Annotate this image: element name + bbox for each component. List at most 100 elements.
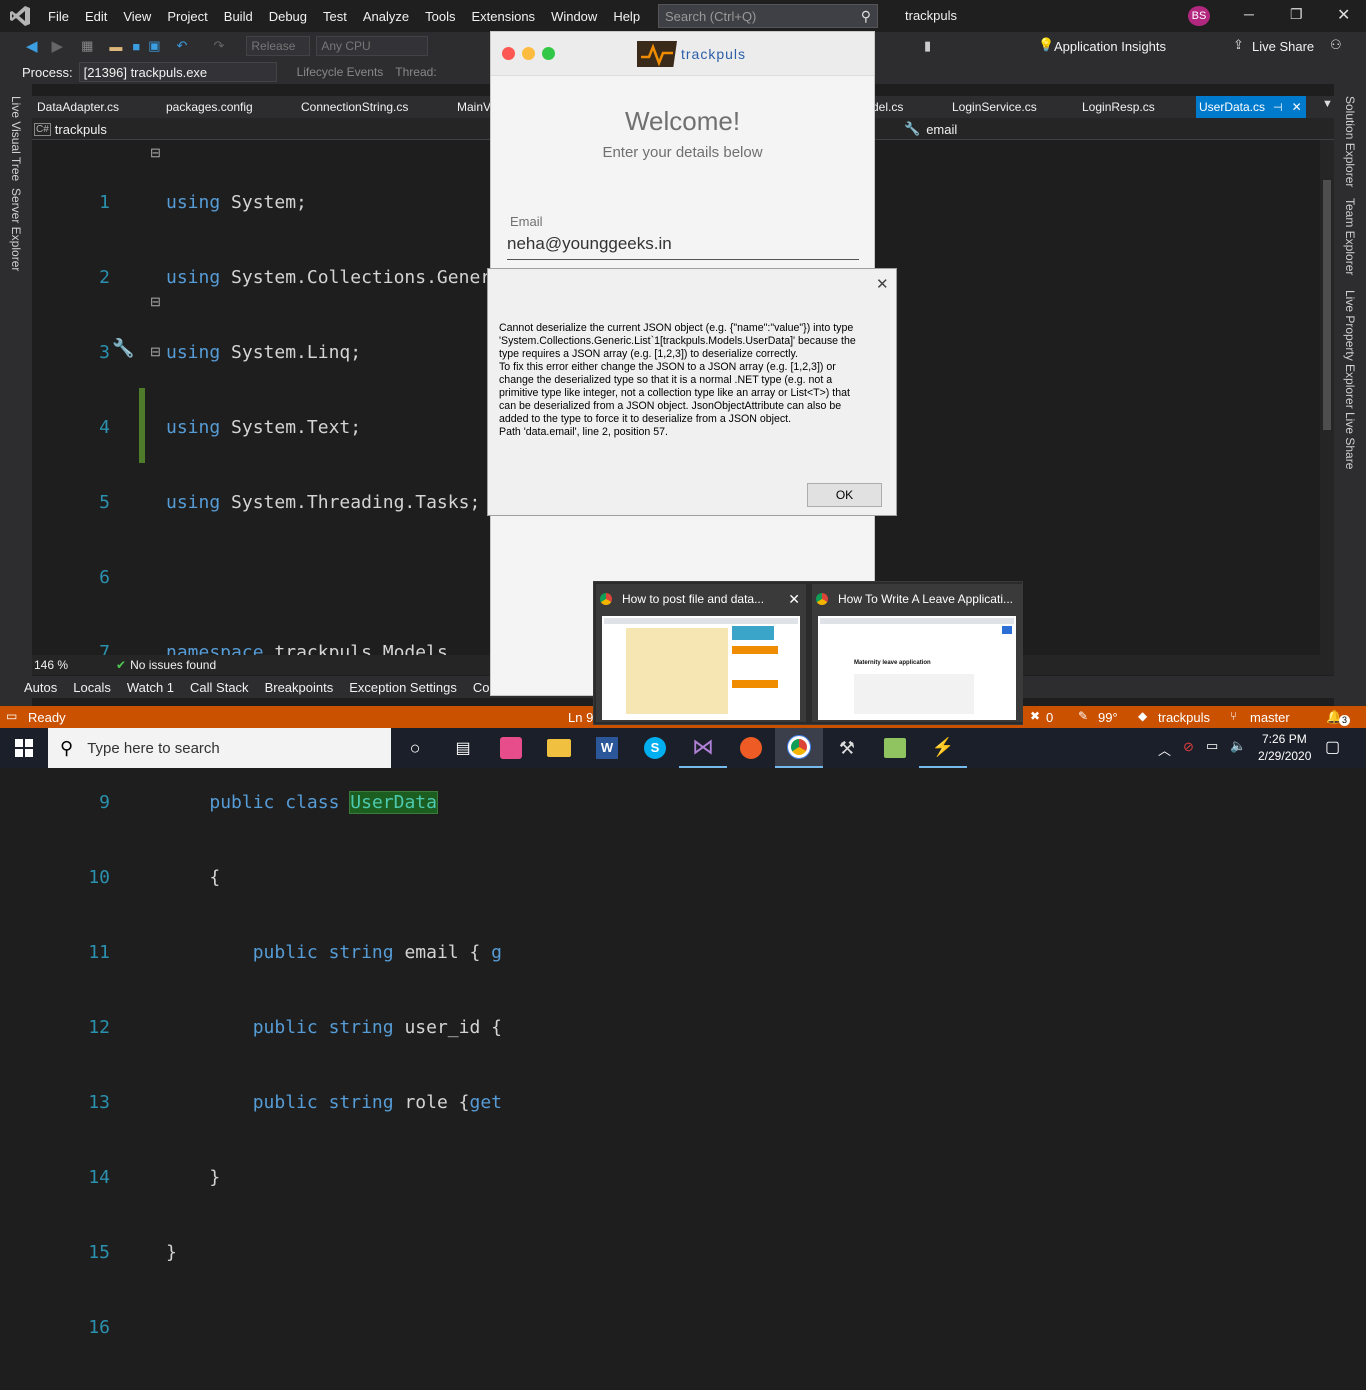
search-box[interactable]: Search (Ctrl+Q) ⚲	[658, 4, 878, 28]
thumbnail-close-icon[interactable]: ✕	[788, 591, 800, 608]
search-input[interactable]: Search (Ctrl+Q)	[665, 9, 756, 24]
pencil-icon[interactable]: ✎	[1078, 709, 1088, 723]
redo-icon[interactable]: ↷	[213, 38, 224, 54]
collapse-icon[interactable]: ⊟	[150, 294, 161, 310]
new-item-icon[interactable]: ▦	[81, 38, 93, 54]
branch-icon[interactable]: ⑂	[1230, 709, 1237, 723]
taskbar-search[interactable]: ⚲ Type here to search	[48, 728, 391, 768]
minimize-icon[interactable]: ─	[1244, 6, 1254, 22]
trackpuls-app-icon[interactable]: ⚡	[919, 728, 967, 768]
repo-icon[interactable]: ◆	[1138, 709, 1147, 723]
person-icon[interactable]: ⚇	[1330, 37, 1342, 53]
postman-icon[interactable]	[727, 728, 775, 768]
live-visual-tree-tab[interactable]: Live Visual Tree	[9, 96, 23, 181]
status-temp[interactable]: 99°	[1098, 710, 1118, 725]
taskbar-search-input[interactable]: Type here to search	[87, 740, 220, 757]
zoom-dropdown[interactable]: 146 %	[34, 658, 94, 672]
lifecycle-events-button[interactable]: Lifecycle Events	[297, 65, 384, 79]
menu-project[interactable]: Project	[167, 9, 207, 24]
taskbar-date[interactable]: 2/29/2020	[1258, 749, 1311, 763]
cortana-icon[interactable]: ○	[391, 728, 439, 768]
tools-icon[interactable]: ⚒	[823, 728, 871, 768]
menu-debug[interactable]: Debug	[269, 9, 307, 24]
project-dropdown[interactable]: C# trackpuls	[34, 120, 464, 138]
action-center-icon[interactable]: ▢	[1325, 737, 1340, 757]
mac-close-icon[interactable]	[502, 47, 515, 60]
vs-logo-icon[interactable]	[0, 0, 40, 32]
wifi-icon[interactable]: ▭	[1206, 738, 1218, 754]
tab-breakpoints[interactable]: Breakpoints	[265, 680, 334, 695]
back-icon[interactable]: ◀	[26, 37, 38, 55]
scrollbar-thumb[interactable]	[1323, 180, 1331, 430]
dialog-close-icon[interactable]: ✕	[876, 275, 889, 293]
close-tab-icon[interactable]: ✕	[1292, 100, 1302, 114]
quick-actions-icon[interactable]: 🔧	[112, 338, 134, 359]
menu-analyze[interactable]: Analyze	[363, 9, 409, 24]
chart-app-icon[interactable]	[871, 728, 919, 768]
visual-studio-icon[interactable]: ⋈	[679, 728, 727, 768]
forward-icon[interactable]: ▶	[52, 37, 64, 55]
pin-icon[interactable]: ⊣	[1273, 101, 1283, 114]
menu-test[interactable]: Test	[323, 9, 347, 24]
platform-dropdown[interactable]: Any CPU	[316, 36, 429, 56]
tab-connectionstring[interactable]: ConnectionString.cs	[289, 96, 420, 118]
app-stack-icon[interactable]	[487, 728, 535, 768]
tab-exception-settings[interactable]: Exception Settings	[349, 680, 457, 695]
collapse-icon[interactable]: ⊟	[150, 145, 161, 161]
mac-minimize-icon[interactable]	[522, 47, 535, 60]
mac-zoom-icon[interactable]	[542, 47, 555, 60]
word-icon[interactable]: W	[583, 728, 631, 768]
menu-help[interactable]: Help	[613, 9, 640, 24]
member-dropdown[interactable]: 🔧 email	[904, 120, 1324, 138]
chrome-icon[interactable]	[775, 728, 823, 768]
live-share-button[interactable]: Live Share	[1252, 39, 1314, 54]
undo-icon[interactable]: ↶	[177, 38, 188, 54]
restore-icon[interactable]: ❐	[1290, 6, 1303, 23]
tab-loginservice[interactable]: LoginService.cs	[940, 96, 1049, 118]
taskbar-time[interactable]: 7:26 PM	[1262, 732, 1307, 746]
issues-status[interactable]: No issues found	[130, 658, 216, 672]
close-icon[interactable]: ✕	[1337, 5, 1350, 25]
tab-call-stack[interactable]: Call Stack	[190, 680, 249, 695]
menu-tools[interactable]: Tools	[425, 9, 455, 24]
dialog-ok-button[interactable]: OK	[807, 483, 882, 507]
skype-icon[interactable]: S	[631, 728, 679, 768]
tab-autos[interactable]: Autos	[24, 680, 57, 695]
tab-userdata-active[interactable]: UserData.cs ⊣ ✕	[1196, 96, 1306, 118]
live-share-tab[interactable]: Live Share	[1343, 412, 1357, 469]
menu-view[interactable]: View	[123, 9, 151, 24]
live-property-explorer-tab[interactable]: Live Property Explorer	[1343, 290, 1357, 409]
status-repo[interactable]: trackpuls	[1158, 710, 1210, 725]
menu-window[interactable]: Window	[551, 9, 597, 24]
menu-file[interactable]: File	[48, 9, 69, 24]
configuration-dropdown[interactable]: Release	[246, 36, 311, 56]
application-insights-button[interactable]: Application Insights	[1054, 39, 1166, 54]
bookmark-icon[interactable]: ▮	[924, 38, 931, 54]
save-icon[interactable]: ■	[132, 39, 140, 54]
chevron-up-icon[interactable]: ︿	[1158, 740, 1171, 759]
avatar[interactable]: BS	[1188, 6, 1210, 26]
tab-watch-1[interactable]: Watch 1	[127, 680, 174, 695]
collapse-icon[interactable]: ⊟	[150, 344, 161, 360]
save-all-icon[interactable]: ▣	[148, 38, 160, 54]
tab-loginresp[interactable]: LoginResp.cs	[1070, 96, 1167, 118]
email-field[interactable]: neha@younggeeks.in	[507, 234, 859, 260]
menu-build[interactable]: Build	[224, 9, 253, 24]
menu-extensions[interactable]: Extensions	[471, 9, 535, 24]
process-dropdown[interactable]: [21396] trackpuls.exe	[78, 62, 277, 82]
thumbnail-preview[interactable]: How To Write A Leave Applicati... Matern…	[812, 584, 1022, 722]
server-explorer-tab[interactable]: Server Explorer	[9, 188, 23, 271]
menu-edit[interactable]: Edit	[85, 9, 107, 24]
open-folder-icon[interactable]: ▬	[109, 39, 122, 54]
error-icon[interactable]: ✖	[1030, 709, 1040, 723]
status-errors[interactable]: 0	[1046, 710, 1053, 725]
tab-overflow-icon[interactable]: ▼	[1322, 98, 1333, 110]
volume-icon[interactable]: 🔈	[1230, 738, 1246, 754]
status-branch[interactable]: master	[1250, 710, 1290, 725]
task-view-icon[interactable]: ▤	[439, 728, 487, 768]
team-explorer-tab[interactable]: Team Explorer	[1343, 198, 1357, 275]
thumbnail-preview[interactable]: How to post file and data... ✕	[596, 584, 806, 722]
windows-start-icon[interactable]	[0, 728, 48, 768]
solution-explorer-tab[interactable]: Solution Explorer	[1343, 96, 1357, 187]
network-error-icon[interactable]: ⊘	[1183, 739, 1194, 755]
